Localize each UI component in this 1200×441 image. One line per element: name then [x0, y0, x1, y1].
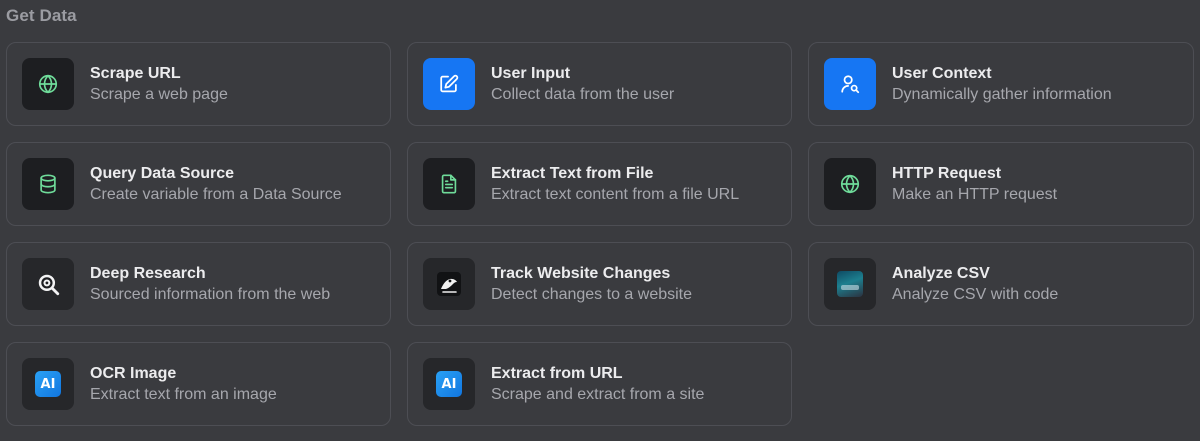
edit-icon	[423, 58, 475, 110]
ai-badge: AI	[436, 371, 462, 397]
card-description: Collect data from the user	[491, 86, 675, 103]
card-title: Track Website Changes	[491, 265, 671, 282]
card-scrape-url[interactable]: Scrape URL Scrape a web page	[6, 42, 391, 126]
card-description: Create variable from a Data Source	[90, 186, 342, 203]
card-title: Extract from URL	[491, 365, 623, 382]
card-query-data-source[interactable]: Query Data Source Create variable from a…	[6, 142, 391, 226]
file-text-icon	[423, 158, 475, 210]
database-icon	[22, 158, 74, 210]
card-user-input[interactable]: User Input Collect data from the user	[407, 42, 792, 126]
user-search-icon	[824, 58, 876, 110]
card-user-context[interactable]: User Context Dynamically gather informat…	[808, 42, 1194, 126]
card-description: Scrape a web page	[90, 86, 228, 103]
card-description: Analyze CSV with code	[892, 286, 1059, 303]
card-ocr-image[interactable]: AI OCR Image Extract text from an image	[6, 342, 391, 426]
card-analyze-csv[interactable]: Analyze CSV Analyze CSV with code	[808, 242, 1194, 326]
card-description: Dynamically gather information	[892, 86, 1112, 103]
research-icon	[22, 258, 74, 310]
csv-image-icon	[824, 258, 876, 310]
card-description: Extract text content from a file URL	[491, 186, 740, 203]
card-title: User Input	[491, 65, 571, 82]
card-description: Scrape and extract from a site	[491, 386, 705, 403]
card-description: Extract text from an image	[90, 386, 277, 403]
card-description: Detect changes to a website	[491, 286, 693, 303]
card-title: Analyze CSV	[892, 265, 990, 282]
card-title: Query Data Source	[90, 165, 235, 182]
card-description: Sourced information from the web	[90, 286, 331, 303]
globe-icon	[824, 158, 876, 210]
card-deep-research[interactable]: Deep Research Sourced information from t…	[6, 242, 391, 326]
card-title: Scrape URL	[90, 65, 181, 82]
card-title: Extract Text from File	[491, 165, 654, 182]
card-title: HTTP Request	[892, 165, 1002, 182]
card-track-website-changes[interactable]: Track Website Changes Detect changes to …	[407, 242, 792, 326]
card-title: OCR Image	[90, 365, 177, 382]
card-extract-text-from-file[interactable]: Extract Text from File Extract text cont…	[407, 142, 792, 226]
ai-badge-icon: AI	[423, 358, 475, 410]
card-description: Make an HTTP request	[892, 186, 1058, 203]
ai-badge-icon: AI	[22, 358, 74, 410]
card-title: Deep Research	[90, 265, 206, 282]
get-data-grid: Scrape URL Scrape a web page User Input …	[6, 42, 1194, 426]
ai-badge: AI	[35, 371, 61, 397]
globe-icon	[22, 58, 74, 110]
card-extract-from-url[interactable]: AI Extract from URL Scrape and extract f…	[407, 342, 792, 426]
card-title: User Context	[892, 65, 992, 82]
track-changes-icon	[423, 258, 475, 310]
section-title: Get Data	[6, 6, 77, 25]
card-http-request[interactable]: HTTP Request Make an HTTP request	[808, 142, 1194, 226]
